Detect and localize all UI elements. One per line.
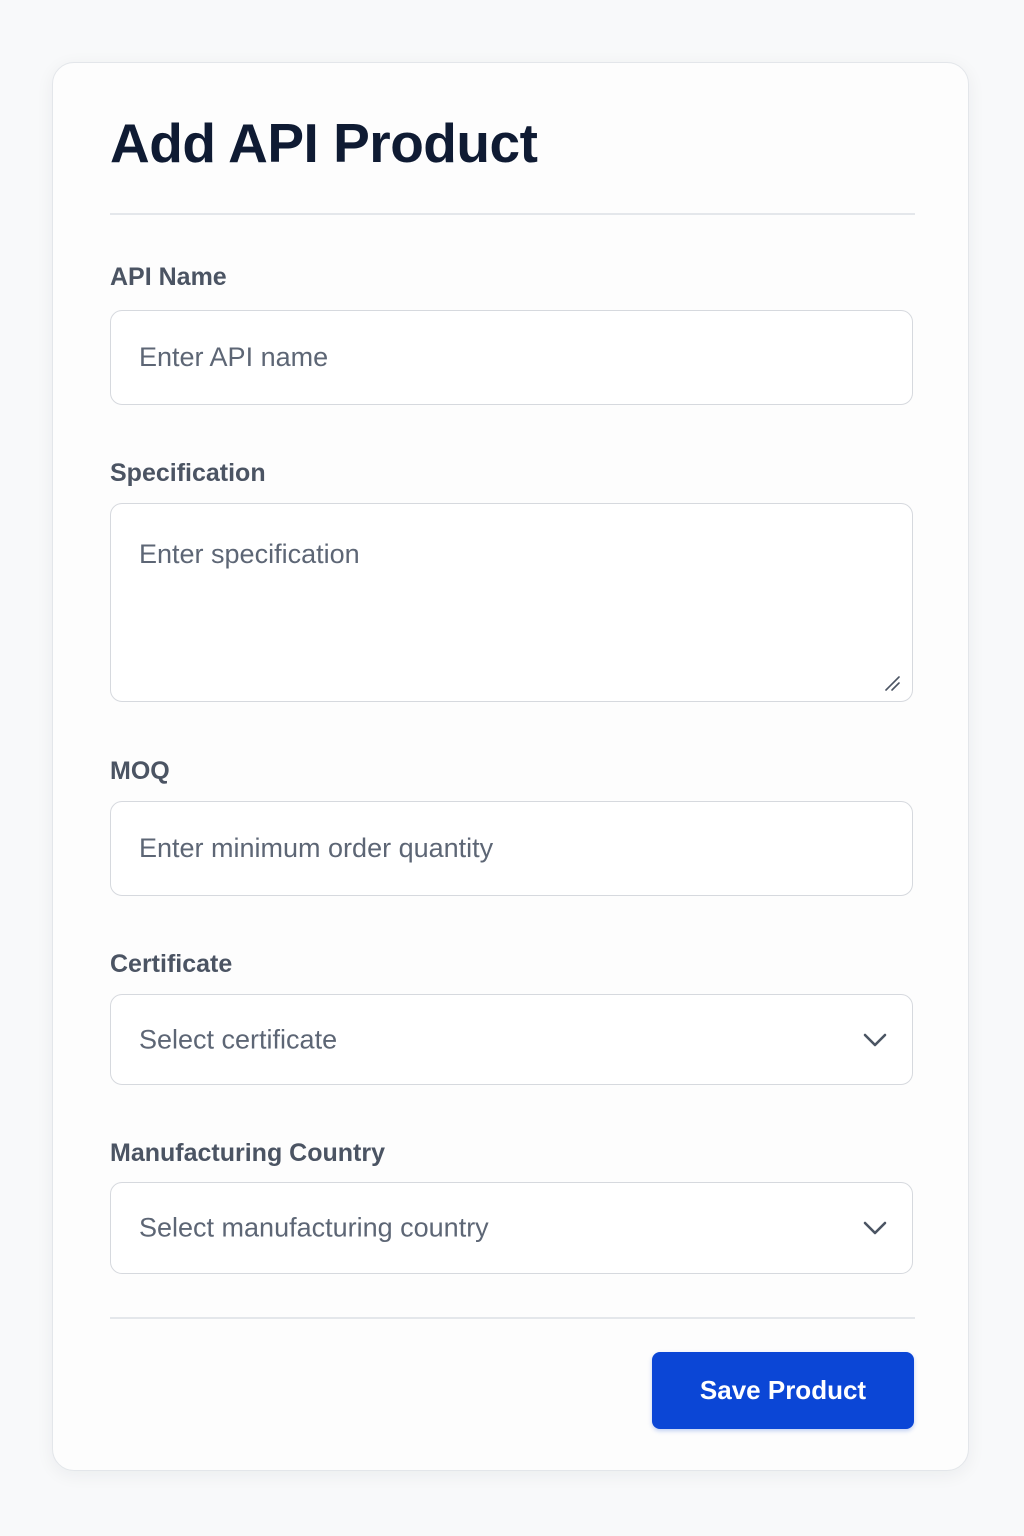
specification-textarea[interactable] [139,538,879,668]
specification-label: Specification [110,459,266,487]
page-title: Add API Product [110,112,538,174]
manufacturing-country-selected-value: Select manufacturing country [139,1212,489,1243]
certificate-label: Certificate [110,950,233,978]
add-product-card: Add API Product API Name Specification M… [52,62,969,1471]
moq-field[interactable] [110,801,913,896]
api-name-label: API Name [110,263,227,291]
specification-field[interactable] [110,503,913,702]
certificate-select[interactable]: Select certificate [110,994,913,1085]
header-divider [110,213,915,215]
api-name-input[interactable] [139,311,879,404]
manufacturing-country-label: Manufacturing Country [110,1139,385,1167]
footer-divider [110,1317,915,1319]
resize-handle-icon[interactable] [882,673,902,693]
chevron-down-icon [863,1221,887,1235]
moq-label: MOQ [110,757,170,785]
api-name-field[interactable] [110,310,913,405]
moq-input[interactable] [139,802,879,895]
save-product-button[interactable]: Save Product [652,1352,914,1429]
manufacturing-country-select[interactable]: Select manufacturing country [110,1182,913,1274]
chevron-down-icon [863,1033,887,1046]
certificate-selected-value: Select certificate [139,1024,338,1054]
